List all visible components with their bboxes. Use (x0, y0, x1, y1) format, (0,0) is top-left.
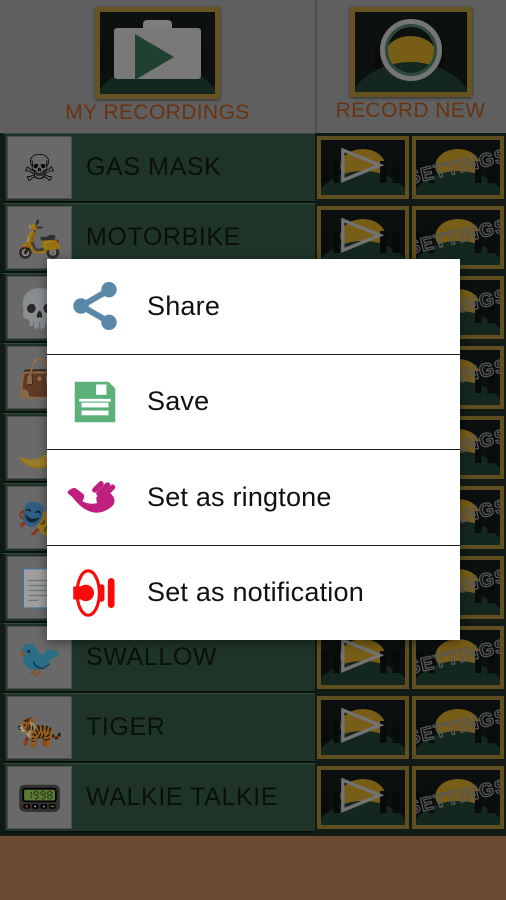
record-new-button[interactable]: RECORD NEW (315, 0, 506, 133)
menu-item-label: Set as ringtone (147, 481, 332, 512)
my-recordings-label: MY RECORDINGS (65, 101, 250, 124)
menu-item-label: Set as notification (147, 577, 364, 608)
record-new-label: RECORD NEW (335, 99, 486, 122)
play-button[interactable] (317, 766, 409, 829)
gas-mask-thumb: ☠ (7, 136, 72, 199)
list-item-name-button[interactable]: ☠ GAS MASK (0, 133, 315, 203)
settings-button[interactable]: SETTINGS (412, 136, 504, 199)
floppy-disk-icon (56, 369, 134, 435)
settings-button[interactable]: SETTINGS (412, 766, 504, 829)
menu-item-label: Save (147, 386, 210, 417)
briefcase-play-icon (95, 7, 220, 99)
app-root: MY RECORDINGS RECORD NEW ☠ GAS MASK SETTIN… (0, 0, 506, 900)
list-item-label: TIGER (86, 713, 166, 741)
settings-button[interactable]: SETTINGS (412, 696, 504, 759)
play-button[interactable] (317, 136, 409, 199)
ringing-phone-icon (56, 464, 134, 530)
share-icon (56, 273, 134, 339)
play-button[interactable] (317, 696, 409, 759)
list-item-name-button[interactable]: 📟 WALKIE TALKIE (0, 763, 315, 833)
speaker-wave-icon (56, 560, 134, 626)
tiger-thumb: 🐅 (7, 696, 72, 759)
menu-item-save[interactable]: Save (47, 354, 460, 450)
walkie-talkie-thumb: 📟 (7, 766, 72, 829)
list-item[interactable]: 🐅 TIGER SETTINGS (0, 693, 506, 763)
row-actions: SETTINGS (315, 133, 506, 203)
list-item[interactable]: 📟 WALKIE TALKIE SETTINGS (0, 763, 506, 833)
my-recordings-button[interactable]: MY RECORDINGS (0, 0, 315, 133)
row-actions: SETTINGS (315, 693, 506, 763)
row-actions: SETTINGS (315, 763, 506, 833)
top-header: MY RECORDINGS RECORD NEW (0, 0, 506, 133)
list-item[interactable]: ☠ GAS MASK SETTINGS (0, 133, 506, 203)
magnifier-ring-icon (349, 7, 472, 97)
menu-item-set-as-notification[interactable]: Set as notification (47, 545, 460, 640)
menu-item-set-as-ringtone[interactable]: Set as ringtone (47, 450, 460, 546)
menu-item-share[interactable]: Share (47, 259, 460, 355)
list-item-label: SWALLOW (86, 643, 218, 671)
list-item-label: GAS MASK (86, 153, 222, 181)
list-item-name-button[interactable]: 🐅 TIGER (0, 693, 315, 763)
list-item-label: MOTORBIKE (86, 223, 241, 251)
context-menu-dialog[interactable]: Share Save Set as ringtone Set as notificat… (47, 259, 460, 640)
menu-item-label: Share (147, 290, 221, 321)
list-item-label: WALKIE TALKIE (86, 783, 279, 811)
